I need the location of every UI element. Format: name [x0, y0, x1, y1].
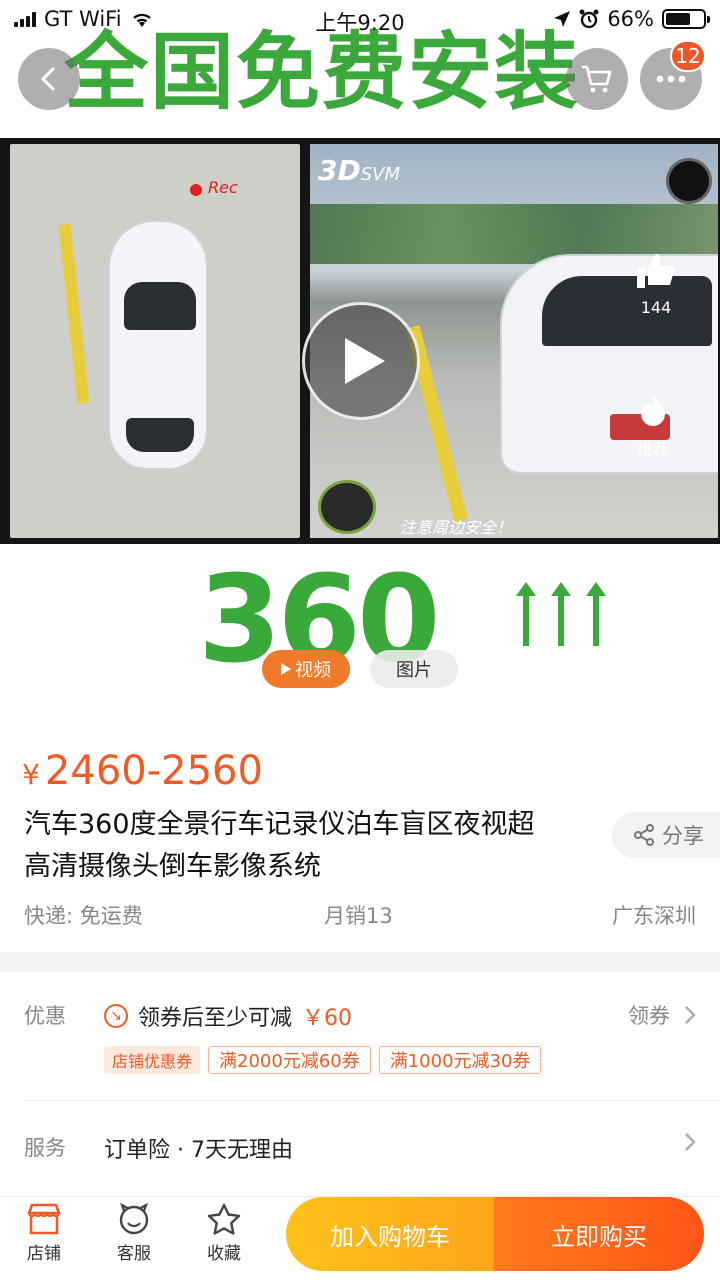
more-dots-icon — [656, 75, 686, 83]
play-icon — [345, 338, 385, 384]
car-windshield — [124, 282, 196, 330]
tab-video[interactable]: 视频 — [262, 650, 350, 688]
chevron-right-icon[interactable] — [684, 1132, 696, 1152]
top-view-camera: Rec — [10, 144, 300, 538]
service-label: 服务 — [24, 1136, 66, 1160]
car-rear-window — [126, 418, 194, 452]
up-arrows-icon — [516, 582, 606, 646]
like-button[interactable]: 144 — [632, 252, 680, 317]
recommend-button[interactable]: 推荐 — [626, 392, 680, 460]
price-range: 2460-2560 — [44, 748, 263, 794]
promotions-section: 优惠 ↘ 领券后至少可减 ￥60 领券 店铺优惠券 满2000元减60券 满10… — [0, 972, 720, 1202]
media-tabs: 视频 图片 — [262, 650, 458, 688]
divider — [24, 1100, 720, 1101]
alarm-icon — [579, 9, 599, 29]
mini-map-icon — [318, 480, 376, 534]
add-to-cart-button[interactable]: 加入购物车 — [286, 1197, 494, 1271]
battery-icon — [662, 9, 710, 29]
star-icon — [207, 1203, 241, 1235]
product-media-gallery[interactable]: GT WiFi 上午9:20 66% 全国免费安装 12 Rec 3DSVM 注… — [0, 0, 720, 720]
message-badge: 12 — [670, 40, 706, 72]
coupon-tag[interactable]: 满1000元减30券 — [378, 1046, 542, 1074]
chevron-left-icon — [40, 67, 55, 91]
thumbs-up-icon — [637, 254, 675, 288]
price-currency: ¥ — [22, 758, 40, 791]
location-icon — [554, 11, 571, 27]
coupon-tags: 店铺优惠券 满2000元减60券 满1000元减30券 — [104, 1046, 542, 1074]
cart-button[interactable] — [566, 48, 628, 110]
more-button[interactable]: 12 — [640, 40, 706, 110]
svm-brand-main: 3D — [318, 154, 361, 187]
car-top-image — [108, 220, 208, 470]
get-coupon-button[interactable]: 领券 — [628, 1000, 696, 1030]
parking-line — [58, 223, 90, 405]
tab-image[interactable]: 图片 — [370, 650, 458, 688]
like-count: 144 — [640, 298, 672, 317]
product-title-line-1: 汽车360度全景行车记录仪泊车盲区夜视超 — [24, 809, 535, 840]
rec-label: Rec — [208, 178, 238, 197]
shipping-info: 快递: 免运费 — [24, 904, 143, 928]
status-right: 66% — [553, 7, 710, 31]
back-button[interactable] — [18, 48, 80, 110]
svm-brand: 3DSVM — [318, 154, 400, 187]
service-text[interactable]: 订单险 · 7天无理由 — [104, 1132, 293, 1164]
product-title-line-2: 高清摄像头倒车影像系统 — [24, 851, 321, 882]
rec-indicator-icon — [190, 184, 202, 196]
share-button[interactable]: 分享 — [612, 812, 720, 858]
bottom-action-bar: 店铺 客服 收藏 加入购物车 立即购买 — [0, 1196, 720, 1280]
buy-now-button[interactable]: 立即购买 — [494, 1197, 704, 1271]
favorite-label: 收藏 — [207, 1244, 241, 1264]
camera-lens-icon — [666, 158, 712, 204]
cart-icon — [582, 65, 612, 93]
coupon-text: 领券后至少可减 — [138, 1006, 293, 1031]
tab-image-label: 图片 — [396, 660, 432, 681]
share-icon — [634, 824, 654, 846]
monthly-sales: 月销13 — [324, 904, 393, 928]
play-button[interactable] — [302, 302, 420, 420]
car-side-window — [542, 276, 712, 346]
tab-video-label: 视频 — [295, 660, 331, 681]
coupon-summary[interactable]: ↘ 领券后至少可减 ￥60 — [104, 1000, 352, 1032]
battery-percent: 66% — [607, 7, 654, 31]
battery-level — [666, 13, 690, 25]
coupon-amount: ￥60 — [302, 1006, 353, 1031]
share-label: 分享 — [662, 824, 704, 848]
recommend-icon — [641, 394, 665, 426]
customer-service-label: 客服 — [117, 1244, 151, 1264]
play-small-icon — [281, 663, 291, 675]
shop-label: 店铺 — [27, 1244, 61, 1264]
customer-service-icon — [119, 1203, 149, 1235]
car-side-image — [500, 254, 718, 474]
safety-note: 注意周边安全！ — [400, 518, 513, 537]
ship-from-location: 广东深圳 — [612, 904, 696, 928]
status-bar: GT WiFi 上午9:20 66% — [0, 0, 720, 40]
shop-icon — [27, 1203, 61, 1235]
get-coupon-label: 领券 — [628, 1004, 670, 1028]
coupon-icon: ↘ — [104, 1004, 128, 1028]
coupon-tag[interactable]: 满2000元减60券 — [208, 1046, 371, 1074]
svm-brand-sub: SVM — [360, 164, 401, 185]
shop-coupon-tag: 店铺优惠券 — [104, 1046, 201, 1074]
product-price: ¥ 2460-2560 — [22, 748, 263, 794]
product-title: 汽车360度全景行车记录仪泊车盲区夜视超 高清摄像头倒车影像系统 — [24, 804, 594, 888]
shop-button[interactable]: 店铺 — [4, 1203, 84, 1264]
recommend-label: 推荐 — [636, 440, 669, 459]
customer-service-button[interactable]: 客服 — [94, 1203, 174, 1264]
product-info: ¥ 2460-2560 汽车360度全景行车记录仪泊车盲区夜视超 高清摄像头倒车… — [0, 720, 720, 952]
promotions-label: 优惠 — [24, 1004, 66, 1028]
favorite-button[interactable]: 收藏 — [184, 1203, 264, 1264]
chevron-right-icon — [685, 1006, 696, 1024]
